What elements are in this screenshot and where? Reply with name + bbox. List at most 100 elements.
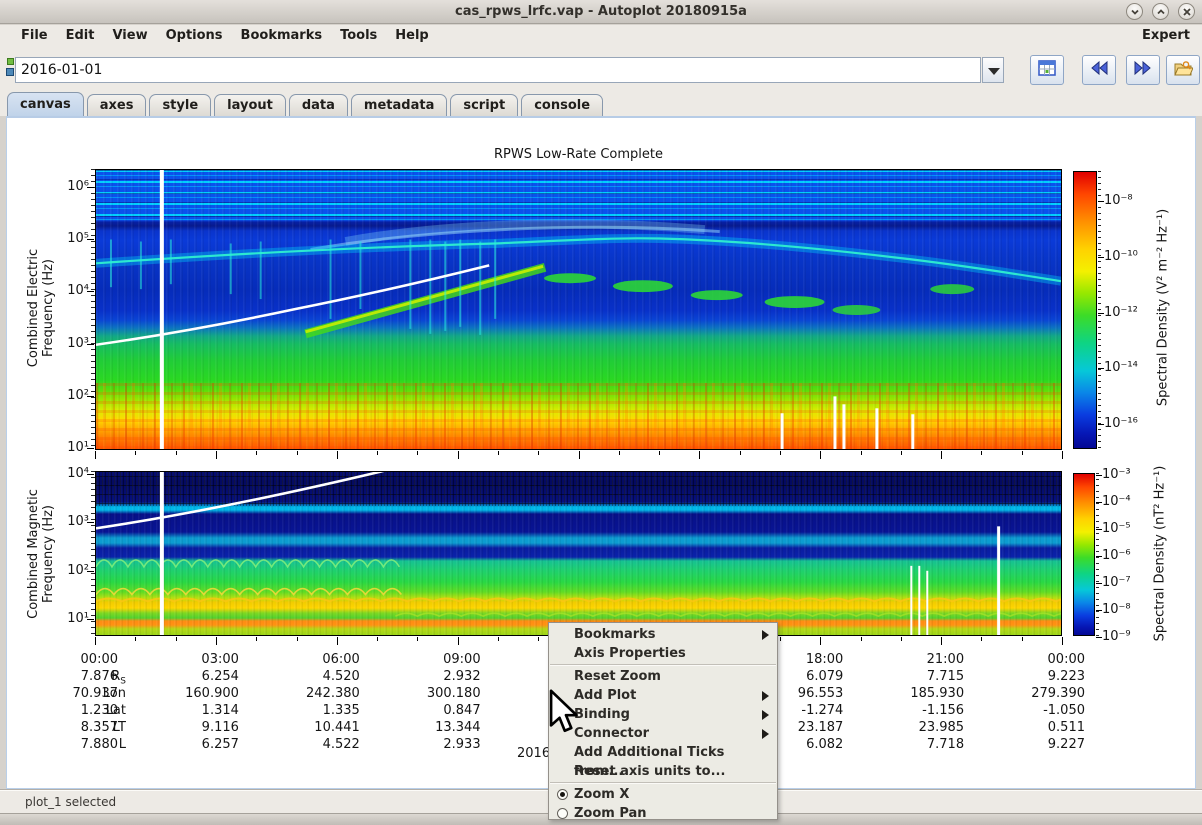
spectrogram-top[interactable] — [95, 169, 1062, 450]
tick-mark — [87, 239, 94, 240]
colorbar-top[interactable] — [1073, 171, 1097, 449]
spectrogram-bottom-overlay — [96, 472, 1061, 635]
x-tick-mark — [256, 637, 257, 641]
x-tick-mark — [417, 637, 418, 641]
x-tick-mark — [659, 451, 660, 455]
x-tick-mark — [820, 637, 821, 645]
context-menu-item-reset-zoom[interactable]: Reset Zoom — [549, 667, 777, 686]
ephemeris-value: 6.257 — [119, 737, 239, 753]
ephemeris-value: 1.335 — [240, 703, 360, 719]
uri-address-input[interactable] — [15, 57, 981, 83]
open-file-button[interactable] — [1166, 55, 1200, 85]
x-tick-mark — [216, 637, 217, 645]
tab-data[interactable]: data — [289, 94, 348, 116]
menu-file[interactable]: File — [12, 28, 57, 43]
x-tick-mark — [176, 637, 177, 641]
autoplot-window: { "window": { "title": "cas_rpws_lrfc.va… — [0, 0, 1202, 825]
tick-mark — [1098, 368, 1104, 369]
context-menu-item-zoom-x[interactable]: Zoom X — [549, 785, 777, 804]
submenu-arrow-icon — [762, 691, 769, 701]
close-window-button[interactable] — [1178, 3, 1195, 20]
ephemeris-value: 13.344 — [361, 720, 481, 736]
address-toolbar — [0, 46, 1202, 90]
menu-edit[interactable]: Edit — [57, 28, 104, 43]
time-range-button[interactable] — [1030, 55, 1064, 85]
x-tick-mark — [981, 637, 982, 641]
menu-bookmarks[interactable]: Bookmarks — [232, 28, 332, 43]
uri-dropdown-button[interactable] — [982, 57, 1004, 83]
submenu-arrow-icon — [762, 710, 769, 720]
axis-tick-label: 10⁵ — [41, 231, 89, 247]
next-interval-button[interactable] — [1126, 55, 1160, 85]
x-tick-mark — [1062, 637, 1063, 645]
tab-layout[interactable]: layout — [214, 94, 286, 116]
axis-tick-label: 10⁻⁵ — [1102, 521, 1158, 537]
x-tick-mark — [820, 451, 821, 459]
x-tick-mark — [458, 637, 459, 645]
spectrogram-top-overlay — [96, 170, 1061, 449]
axis-tick-label: 10⁴ — [41, 283, 89, 299]
menu-tools[interactable]: Tools — [331, 28, 386, 43]
tab-axes[interactable]: axes — [87, 94, 147, 116]
ephemeris-value: 1.230 — [0, 703, 118, 719]
close-icon — [1181, 6, 1193, 18]
colorbar-bottom[interactable] — [1073, 473, 1095, 636]
window-title: cas_rpws_lrfc.vap - Autoplot 20180915a — [0, 0, 1202, 23]
menu-options[interactable]: Options — [157, 28, 232, 43]
axis-tick-label: 10⁻¹⁴ — [1104, 360, 1160, 376]
x-tick-mark — [538, 637, 539, 641]
menu-help[interactable]: Help — [386, 28, 437, 43]
time-tick-label: 09:00 — [361, 652, 481, 668]
expert-mode-label[interactable]: Expert — [1142, 28, 1190, 43]
x-tick-mark — [95, 637, 96, 645]
tab-canvas[interactable]: canvas — [7, 92, 84, 116]
spectrogram-bottom[interactable] — [95, 471, 1062, 636]
tick-mark — [87, 396, 94, 397]
x-tick-mark — [579, 451, 580, 459]
ephemeris-value: 70.937 — [0, 686, 118, 702]
x-tick-mark — [740, 451, 741, 455]
context-menu-item-add-additional-ticks-from[interactable]: Add Additional Ticks from... — [549, 743, 777, 762]
ephemeris-value: 23.985 — [844, 720, 964, 736]
context-menu-item-binding[interactable]: Binding — [549, 705, 777, 724]
x-tick-mark — [901, 637, 902, 641]
ephemeris-value: 185.930 — [844, 686, 964, 702]
tick-mark — [87, 291, 94, 292]
context-menu-item-axis-properties[interactable]: Axis Properties — [549, 644, 777, 663]
window-controls — [1126, 3, 1195, 20]
menu-view[interactable]: View — [103, 28, 156, 43]
previous-interval-button[interactable] — [1082, 55, 1116, 85]
ephemeris-value: 8.357 — [0, 720, 118, 736]
shade-window-button[interactable] — [1126, 3, 1143, 20]
axis-tick-label: 10¹ — [41, 440, 89, 456]
context-menu-item-add-plot[interactable]: Add Plot — [549, 686, 777, 705]
menu-separator — [550, 782, 776, 784]
context-menu-item-zoom-pan[interactable]: Zoom Pan — [549, 804, 777, 823]
axis-tick-label: 10³ — [41, 514, 89, 530]
axis-tick-label: 10¹ — [41, 611, 89, 627]
context-menu-item-reset-axis-units-to[interactable]: Reset axis units to... — [549, 762, 777, 781]
axis-tick-label: 10⁻⁷ — [1102, 575, 1158, 591]
tick-mark — [1096, 610, 1102, 611]
submenu-arrow-icon — [762, 729, 769, 739]
x-tick-mark — [176, 451, 177, 455]
tick-mark — [87, 619, 94, 620]
context-menu-item-bookmarks[interactable]: Bookmarks — [549, 625, 777, 644]
x-tick-mark — [538, 451, 539, 455]
tab-metadata[interactable]: metadata — [351, 94, 447, 116]
axis-tick-label: 10⁻¹² — [1104, 305, 1160, 321]
context-menu-item-connector[interactable]: Connector — [549, 724, 777, 743]
x-tick-mark — [337, 637, 338, 645]
ephemeris-value: 279.390 — [965, 686, 1085, 702]
next-interval-icon — [1133, 60, 1153, 80]
x-tick-mark — [377, 637, 378, 641]
tab-style[interactable]: style — [149, 94, 211, 116]
tab-script[interactable]: script — [450, 94, 518, 116]
ephemeris-value: 7.718 — [844, 737, 964, 753]
x-tick-mark — [861, 637, 862, 641]
maximize-window-button[interactable] — [1152, 3, 1169, 20]
x-tick-mark — [297, 637, 298, 641]
datasource-type-icon — [5, 56, 15, 82]
tab-console[interactable]: console — [521, 94, 603, 116]
tick-mark — [1096, 583, 1102, 584]
